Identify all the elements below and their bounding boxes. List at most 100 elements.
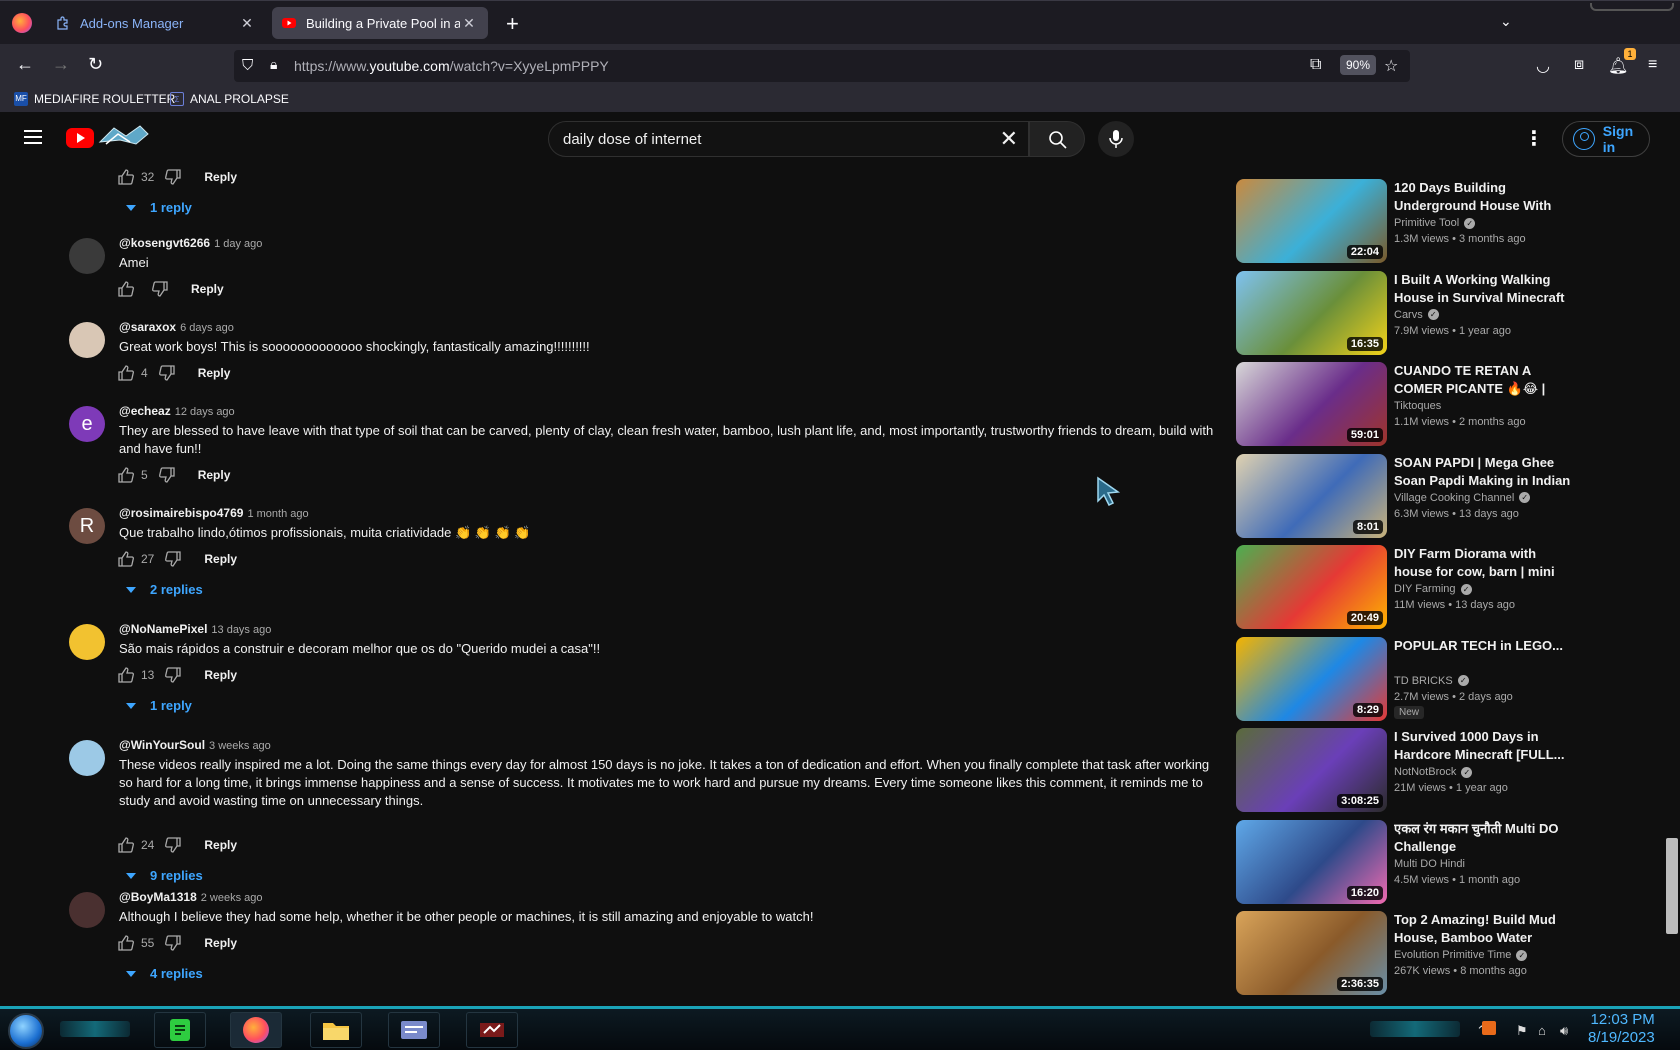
channel-name[interactable]: Village Cooking Channel ✓	[1394, 492, 1531, 504]
bookmark-mediafire-rouletter[interactable]: MF MEDIAFIRE ROULETTER	[14, 92, 175, 106]
recommendation-item[interactable]: 8:01 SOAN PAPDI | Mega Ghee Soan Papdi Ma…	[1236, 453, 1570, 538]
recommendation-item[interactable]: 59:01 CUANDO TE RETAN A COMER PICANTE 🔥😂 …	[1236, 362, 1566, 446]
channel-name[interactable]: DIY Farming ✓	[1394, 583, 1472, 595]
channel-name[interactable]: Tiktoques	[1394, 400, 1441, 412]
comment-author[interactable]: @NoNamePixel	[119, 622, 207, 636]
new-tab-button[interactable]: +	[506, 11, 519, 37]
view-replies-button[interactable]: 9 replies	[126, 868, 203, 883]
thumbs-up-icon[interactable]	[117, 550, 135, 568]
avatar[interactable]: e	[69, 406, 105, 442]
recommendation-item[interactable]: 2:36:35 Top 2 Amazing! Build Mud House, B…	[1236, 911, 1566, 995]
taskbar-game-app[interactable]	[466, 1012, 518, 1048]
video-thumbnail[interactable]: 59:01	[1236, 362, 1387, 446]
reply-button[interactable]: Reply	[191, 282, 224, 296]
search-input[interactable]: daily dose of internet ✕	[548, 121, 1029, 157]
clear-search-icon[interactable]: ✕	[1000, 126, 1018, 152]
picture-in-picture-icon[interactable]: ⧉	[1310, 56, 1321, 74]
comment-timestamp[interactable]: 3 weeks ago	[209, 740, 271, 752]
thumbs-down-icon[interactable]	[164, 836, 182, 854]
start-button[interactable]	[8, 1013, 44, 1049]
thumbs-up-icon[interactable]	[117, 934, 135, 952]
video-thumbnail[interactable]: 2:36:35	[1236, 911, 1387, 995]
channel-name[interactable]: Multi DO Hindi	[1394, 858, 1465, 870]
reply-button[interactable]: Reply	[204, 668, 237, 682]
more-options-icon[interactable]: ⋮	[1524, 126, 1544, 151]
search-button[interactable]	[1029, 121, 1085, 157]
thumbs-up-icon[interactable]	[117, 168, 135, 186]
thumbs-up-icon[interactable]	[117, 666, 135, 684]
comment-author[interactable]: @WinYourSoul	[119, 738, 205, 752]
avatar[interactable]	[69, 740, 105, 776]
voice-search-button[interactable]	[1098, 121, 1134, 157]
thumbs-down-icon[interactable]	[164, 666, 182, 684]
view-replies-button[interactable]: 2 replies	[126, 582, 203, 597]
system-clock[interactable]: 12:03 PM 8/19/2023	[1588, 1011, 1655, 1047]
video-title[interactable]: DIY Farm Diorama with house for cow, bar…	[1394, 545, 1574, 581]
view-replies-button[interactable]: 4 replies	[126, 966, 203, 981]
flag-icon[interactable]: ⚑	[1516, 1023, 1528, 1039]
tracking-protection-shield-icon[interactable]: ⛉	[242, 57, 253, 74]
search-query-text[interactable]: daily dose of internet	[563, 131, 701, 148]
video-title[interactable]: POPULAR TECH in LEGO...	[1394, 637, 1574, 655]
channel-name[interactable]: NotNotBrock ✓	[1394, 766, 1473, 778]
reload-button[interactable]: ↻	[88, 54, 103, 75]
tab-addons-manager[interactable]: Add-ons Manager ✕	[46, 7, 266, 39]
thumbs-up-icon[interactable]	[117, 280, 135, 298]
bookmark-star-icon[interactable]: ☆	[1384, 56, 1398, 76]
tab-youtube-video[interactable]: Building a Private Pool in a Lux ✕	[272, 7, 488, 39]
video-title[interactable]: CUANDO TE RETAN A COMER PICANTE 🔥😂 | LOC…	[1394, 362, 1574, 398]
video-title[interactable]: I Built A Working Walking House in Survi…	[1394, 271, 1574, 307]
youtube-doodle-logo[interactable]	[96, 122, 152, 150]
video-title[interactable]: एकल रंग मकान चुनौती Multi DO Challenge	[1394, 820, 1574, 856]
firefox-icon[interactable]	[12, 13, 32, 33]
youtube-logo-icon[interactable]	[66, 128, 94, 148]
channel-name[interactable]: Carvs ✓	[1394, 309, 1439, 321]
video-thumbnail[interactable]: 22:04	[1236, 179, 1387, 263]
comment-author[interactable]: @BoyMa1318	[119, 890, 197, 904]
recommendation-item[interactable]: 8:29 POPULAR TECH in LEGO... TD BRICKS ✓ 2.7…	[1236, 636, 1566, 721]
thumbs-down-icon[interactable]	[164, 168, 182, 186]
lock-icon[interactable]: 🔒︎	[270, 56, 277, 73]
app-menu-icon[interactable]: ≡	[1648, 56, 1657, 74]
recommendation-item[interactable]: 22:04 120 Days Building Underground House…	[1236, 179, 1566, 263]
comment-author[interactable]: @saraxox	[119, 320, 176, 334]
reply-button[interactable]: Reply	[204, 552, 237, 566]
recommendation-item[interactable]: 16:20 एकल रंग मकान चुनौती Multi DO Challe…	[1236, 819, 1566, 904]
close-icon[interactable]: ✕	[460, 15, 478, 32]
tray-app-icon[interactable]	[1482, 1021, 1496, 1035]
view-replies-button[interactable]: 1 reply	[126, 698, 192, 713]
video-thumbnail[interactable]: 16:20	[1236, 819, 1387, 904]
thumbs-up-icon[interactable]	[117, 364, 135, 382]
thumbs-down-icon[interactable]	[164, 934, 182, 952]
view-replies-button[interactable]: 1 reply	[126, 200, 192, 215]
zoom-level-badge[interactable]: 90%	[1340, 55, 1377, 75]
video-title[interactable]: 120 Days Building Underground House With…	[1394, 179, 1574, 215]
channel-name[interactable]: Primitive Tool ✓	[1394, 217, 1476, 229]
thumbs-down-icon[interactable]	[158, 364, 176, 382]
close-icon[interactable]: ✕	[238, 15, 256, 32]
taskbar-file-explorer[interactable]	[310, 1012, 362, 1048]
page-scrollbar[interactable]	[1662, 112, 1680, 1006]
reply-button[interactable]: Reply	[204, 838, 237, 852]
reply-button[interactable]: Reply	[198, 366, 231, 380]
comment-timestamp[interactable]: 13 days ago	[211, 624, 271, 636]
url-bar[interactable]: ⛉ 🔒︎ https://www.youtube.com/watch?v=Xyy…	[234, 50, 1410, 82]
pocket-icon[interactable]: ◡	[1536, 56, 1550, 76]
reply-button[interactable]: Reply	[204, 170, 237, 184]
comment-author[interactable]: @kosengvt6266	[119, 236, 210, 250]
avatar[interactable]: R	[69, 508, 105, 544]
comment-timestamp[interactable]: 1 month ago	[247, 508, 308, 520]
network-icon[interactable]: ⌂	[1538, 1023, 1546, 1038]
recommendation-item[interactable]: 20:49 DIY Farm Diorama with house for cow…	[1236, 545, 1566, 629]
back-button[interactable]: ←	[16, 54, 34, 75]
comment-timestamp[interactable]: 1 day ago	[214, 238, 262, 250]
reply-button[interactable]: Reply	[198, 468, 231, 482]
thumbs-up-icon[interactable]	[117, 836, 135, 854]
menu-icon[interactable]	[24, 130, 42, 144]
sign-in-button[interactable]: Sign in	[1562, 121, 1650, 157]
forward-button[interactable]: →	[52, 54, 70, 75]
video-thumbnail[interactable]: 16:35	[1236, 270, 1387, 355]
avatar[interactable]	[69, 322, 105, 358]
thumbs-up-icon[interactable]	[117, 466, 135, 484]
video-title[interactable]: Top 2 Amazing! Build Mud House, Bamboo W…	[1394, 911, 1574, 947]
